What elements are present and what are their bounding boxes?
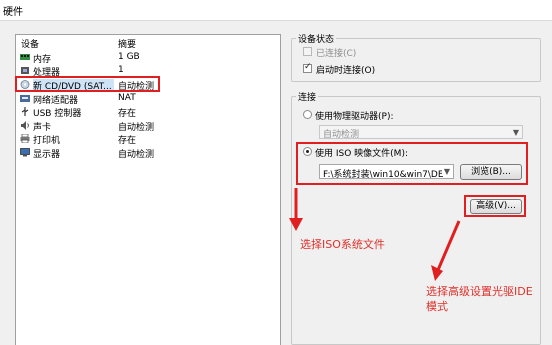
device-row-network-adapter[interactable]: 网络适配器 NAT xyxy=(16,92,280,106)
device-summary: 存在 xyxy=(118,109,137,119)
advanced-annotation-line2: 模式 xyxy=(426,300,448,313)
advanced-button-highlight-box xyxy=(464,195,526,217)
physical-drive-radio[interactable] xyxy=(303,110,312,119)
iso-section-highlight-box xyxy=(296,142,528,185)
device-name: 打印机 xyxy=(33,136,61,146)
device-row-sound-card[interactable]: 声卡 自动检测 xyxy=(16,119,280,133)
cd-dvd-highlight-box xyxy=(15,76,160,92)
memory-icon xyxy=(20,54,30,60)
connection-title: 连接 xyxy=(296,90,319,103)
physical-drive-dropdown-value: 自动检测 xyxy=(323,130,360,139)
connected-label: 已连接(C) xyxy=(316,49,357,59)
device-summary: 存在 xyxy=(118,136,137,146)
device-summary: 1 xyxy=(118,65,124,75)
chevron-down-icon: ▼ xyxy=(512,128,519,137)
device-summary: NAT xyxy=(118,93,136,103)
device-row-memory[interactable]: 内存 1 GB xyxy=(16,51,280,65)
display-icon xyxy=(20,148,30,157)
window-title: 硬件 xyxy=(3,7,23,18)
physical-drive-label: 使用物理驱动器(P): xyxy=(315,112,394,122)
network-adapter-icon xyxy=(20,95,30,102)
printer-icon xyxy=(20,134,30,143)
sound-card-icon xyxy=(21,121,29,130)
device-row-display[interactable]: 显示器 自动检测 xyxy=(16,146,280,160)
usb-icon xyxy=(21,107,29,116)
advanced-annotation-line1: 选择高级设置光驱IDE xyxy=(426,285,533,298)
summary-column-header[interactable]: 摘要 xyxy=(118,37,136,50)
connect-at-power-on-checkbox[interactable] xyxy=(303,62,312,73)
processor-icon xyxy=(21,67,29,74)
device-summary: 1 GB xyxy=(118,52,140,62)
physical-drive-dropdown[interactable]: 自动检测 ▼ xyxy=(319,125,523,139)
select-iso-annotation: 选择ISO系统文件 xyxy=(300,238,385,251)
connected-checkbox[interactable] xyxy=(303,47,312,56)
window-titlebar: 硬件 xyxy=(0,0,552,21)
device-status-title: 设备状态 xyxy=(296,32,337,45)
device-row-printer[interactable]: 打印机 存在 xyxy=(16,132,280,146)
connect-at-power-on-label: 启动时连接(O) xyxy=(316,66,376,76)
device-name: 显示器 xyxy=(33,150,61,160)
device-summary: 自动检测 xyxy=(118,150,155,160)
device-column-header[interactable]: 设备 xyxy=(21,37,39,50)
device-row-usb-controller[interactable]: USB 控制器 存在 xyxy=(16,105,280,119)
device-name: USB 控制器 xyxy=(33,109,82,119)
